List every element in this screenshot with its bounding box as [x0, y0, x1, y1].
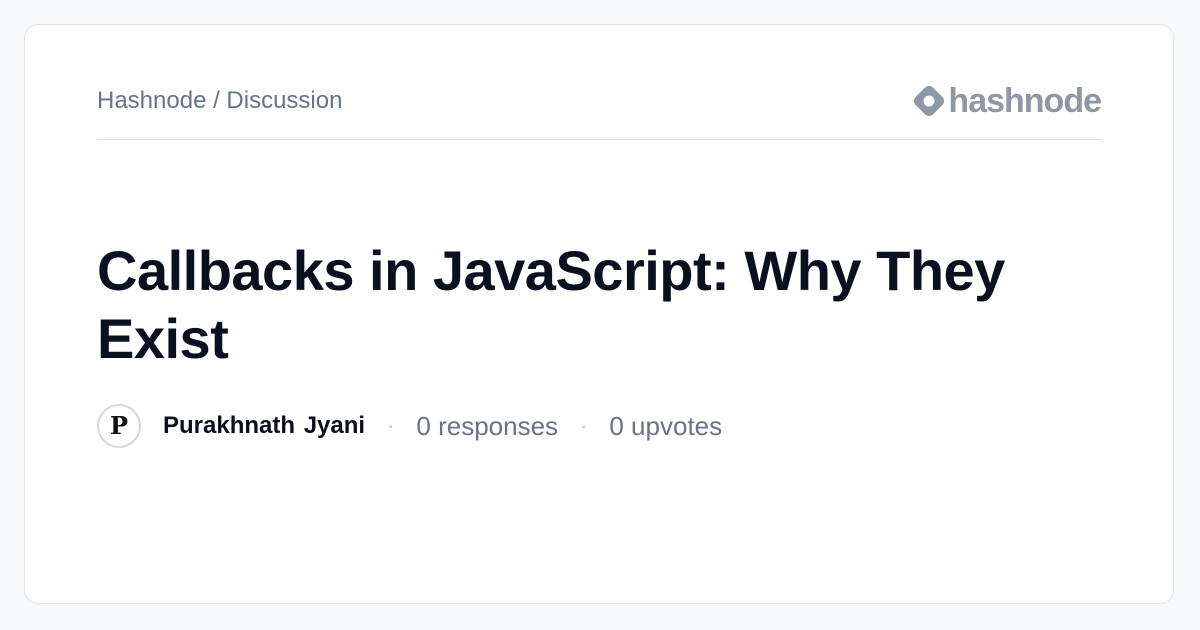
avatar-initial: P	[109, 411, 129, 440]
breadcrumb[interactable]: Hashnode / Discussion	[97, 87, 342, 115]
avatar[interactable]: P	[97, 404, 141, 448]
post-meta: P Purakhnath Jyani · 0 responses · 0 upv…	[97, 402, 722, 450]
responses-count: 0 responses	[416, 410, 559, 441]
separator-dot: ·	[387, 413, 395, 438]
logo-text: hashnode	[948, 82, 1102, 120]
card-header: Hashnode / Discussion hashnode	[97, 79, 1102, 140]
hashnode-logo-icon	[914, 85, 945, 117]
post-title[interactable]: Callbacks in JavaScript: Why They Exist	[97, 237, 1097, 373]
upvotes-count: 0 upvotes	[609, 410, 723, 441]
author-name[interactable]: Purakhnath Jyani	[163, 412, 365, 440]
hashnode-logo[interactable]: hashnode	[912, 81, 1102, 121]
discussion-card: Hashnode / Discussion hashnode Callbacks…	[24, 24, 1174, 604]
separator-dot: ·	[580, 413, 588, 438]
